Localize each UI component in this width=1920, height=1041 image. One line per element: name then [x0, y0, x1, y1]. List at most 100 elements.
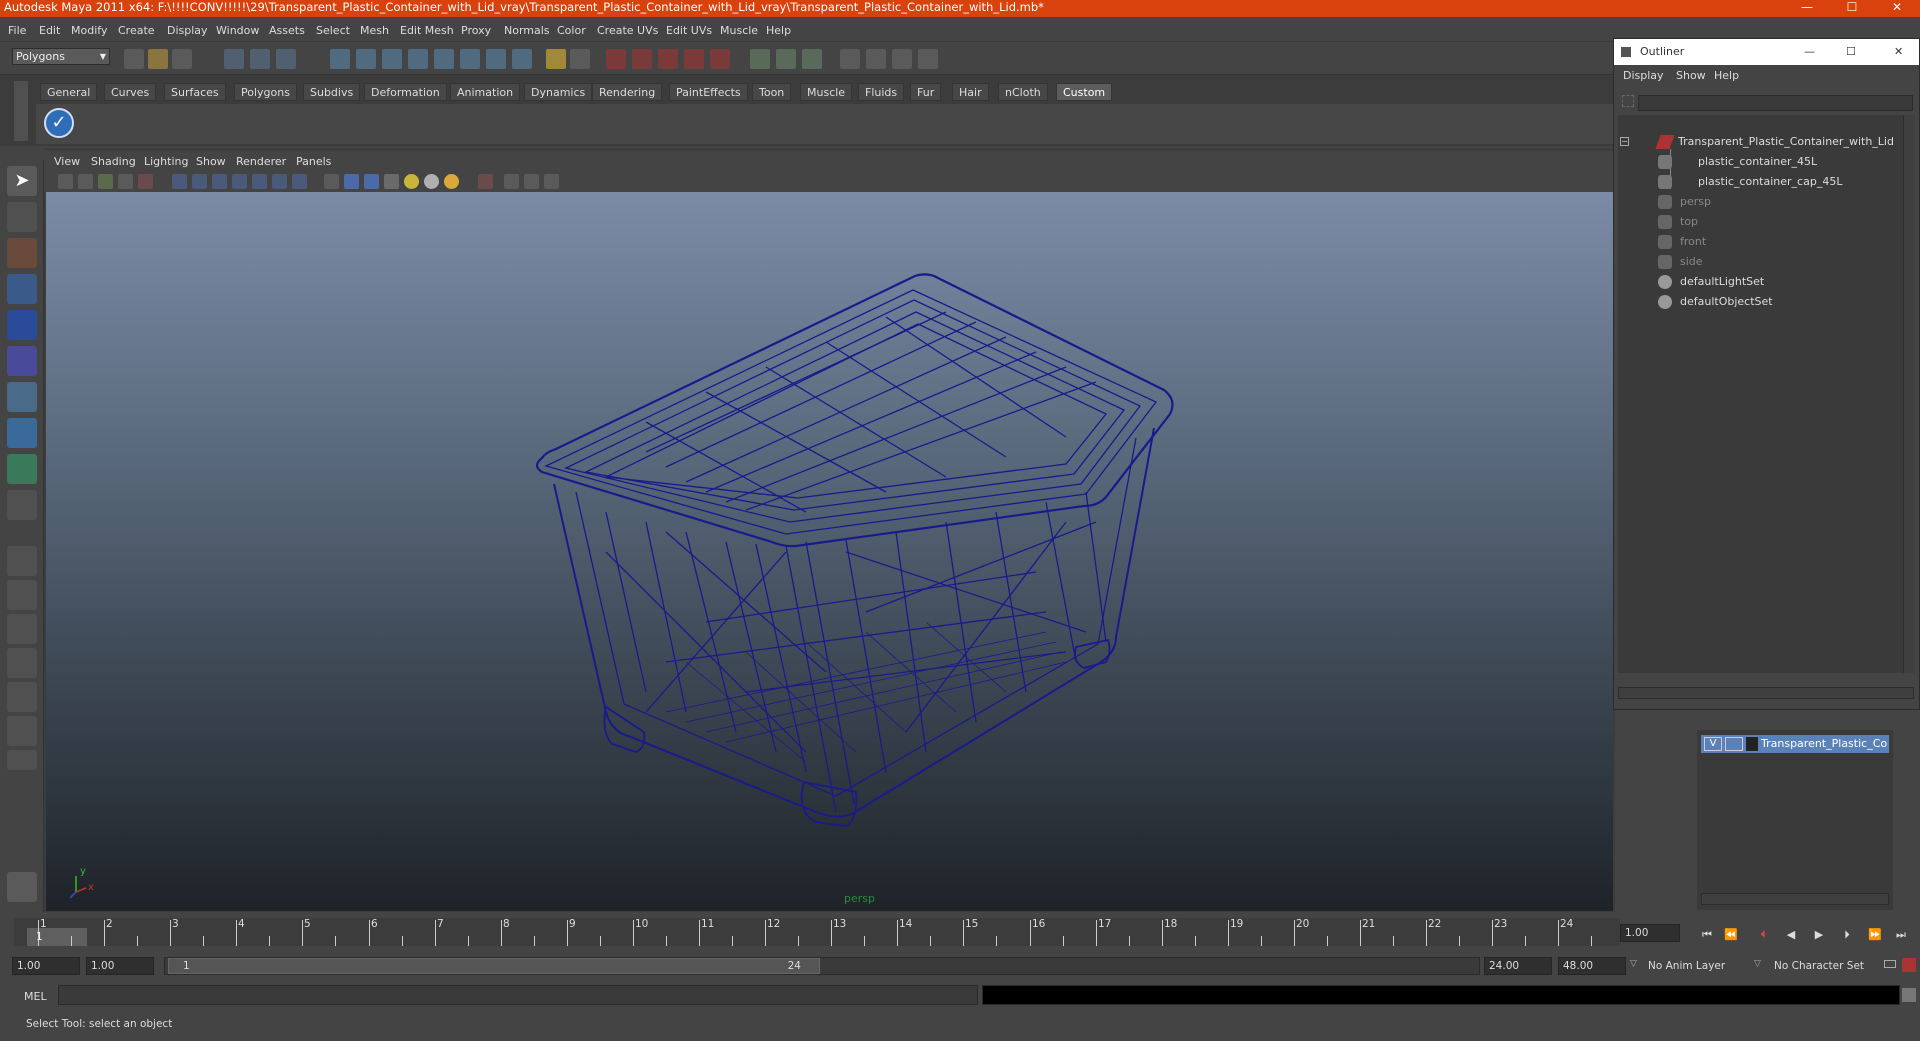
animation-end-field[interactable]: 48.00 — [1558, 957, 1626, 975]
outliner-horizontal-scrollbar[interactable] — [1618, 687, 1914, 699]
camera-attributes-icon[interactable] — [78, 174, 93, 189]
collapse-toggle-icon[interactable]: − — [1620, 137, 1629, 146]
resolution-gate-icon[interactable] — [212, 174, 227, 189]
safe-action-icon[interactable] — [272, 174, 287, 189]
xray-icon[interactable] — [504, 174, 519, 189]
select-component-icon[interactable] — [276, 49, 296, 69]
outliner-minimize-button[interactable]: — — [1804, 39, 1815, 65]
menu-window[interactable]: Window — [216, 24, 259, 37]
channel-box-toggle-icon[interactable] — [802, 49, 822, 69]
construction-icon[interactable] — [486, 49, 506, 69]
menu-edit-mesh[interactable]: Edit Mesh — [400, 24, 454, 37]
outliner-item-set[interactable]: defaultObjectSet — [1658, 293, 1908, 311]
outliner-item-camera[interactable]: front — [1658, 233, 1908, 251]
shelf-tab-dynamics[interactable]: Dynamics — [524, 83, 593, 101]
tool-settings-icon[interactable] — [866, 49, 886, 69]
attribute-editor-icon[interactable] — [840, 49, 860, 69]
outliner-item-mesh[interactable]: plastic_container_45L — [1658, 153, 1908, 171]
playback-end-field[interactable]: 24.00 — [1484, 957, 1552, 975]
outliner-vertical-scrollbar[interactable] — [1903, 115, 1915, 673]
hypershade-layout-icon[interactable] — [7, 682, 37, 712]
menu-edit[interactable]: Edit — [39, 24, 60, 37]
menu-mesh[interactable]: Mesh — [360, 24, 389, 37]
snap-point-icon[interactable] — [382, 49, 402, 69]
shelf-tab-muscle[interactable]: Muscle — [800, 83, 853, 101]
panel-menu-panels[interactable]: Panels — [296, 155, 331, 168]
lock-icon[interactable] — [546, 49, 566, 69]
panel-menu-shading[interactable]: Shading — [91, 155, 136, 168]
shelf-tab-animation[interactable]: Animation — [450, 83, 521, 101]
menu-file[interactable]: File — [8, 24, 26, 37]
render-region-icon[interactable] — [632, 49, 652, 69]
outliner-item-mesh[interactable]: plastic_container_cap_45L — [1658, 173, 1908, 191]
outliner-item-group[interactable]: Transparent_Plastic_Container_with_Lid — [1655, 133, 1908, 151]
paint-select-icon[interactable] — [7, 238, 37, 268]
outliner-item-set[interactable]: defaultLightSet — [1658, 273, 1908, 291]
char-set-dropdown-icon[interactable]: ▽ — [1754, 959, 1761, 969]
step-back-frame-button[interactable]: ⏴ — [1754, 926, 1772, 944]
anim-layer-dropdown-icon[interactable]: ▽ — [1630, 959, 1637, 969]
shelf-tab-subdivs[interactable]: Subdivs — [303, 83, 361, 101]
soft-mod-icon[interactable] — [7, 418, 37, 448]
command-input[interactable] — [58, 985, 978, 1005]
isolate-select-icon[interactable] — [478, 174, 493, 189]
textured-icon[interactable] — [384, 174, 399, 189]
hypershade-icon[interactable] — [710, 49, 730, 69]
anim-layer-selector[interactable]: No Anim Layer — [1648, 957, 1758, 975]
outliner-maximize-button[interactable]: ☐ — [1846, 39, 1856, 65]
sidebar-toggle-icon[interactable] — [776, 49, 796, 69]
menu-create[interactable]: Create — [118, 24, 155, 37]
close-button[interactable]: ✕ — [1880, 0, 1914, 17]
xray-joints-icon[interactable] — [524, 174, 539, 189]
gate-mask-icon[interactable] — [232, 174, 247, 189]
menu-create-uvs[interactable]: Create UVs — [597, 24, 658, 37]
menu-proxy[interactable]: Proxy — [461, 24, 491, 37]
open-scene-icon[interactable] — [148, 49, 168, 69]
single-layout-icon[interactable] — [7, 546, 37, 576]
key-icon[interactable] — [1884, 960, 1896, 968]
panel-menu-view[interactable]: View — [54, 155, 80, 168]
current-time-field[interactable]: 1.00 — [1620, 924, 1680, 942]
wireframe-on-shaded-icon[interactable] — [364, 174, 379, 189]
menu-modify[interactable]: Modify — [71, 24, 107, 37]
field-chart-icon[interactable] — [252, 174, 267, 189]
scale-tool-icon[interactable] — [7, 346, 37, 376]
more-layouts-icon[interactable] — [7, 750, 37, 770]
graph-layout-icon[interactable] — [7, 648, 37, 678]
layer-color-swatch[interactable] — [1746, 737, 1758, 751]
shelf-tab-curves[interactable]: Curves — [104, 83, 157, 101]
menu-set-dropdown[interactable]: Polygons ▼ — [12, 48, 110, 65]
outliner-layout-icon[interactable] — [7, 614, 37, 644]
menu-select[interactable]: Select — [316, 24, 350, 37]
step-forward-key-button[interactable]: ⏩ — [1866, 926, 1884, 944]
gear-icon[interactable] — [7, 872, 37, 902]
layer-scrollbar[interactable] — [1701, 893, 1889, 905]
smooth-shading-icon[interactable] — [344, 174, 359, 189]
wireframe-shading-icon[interactable] — [324, 174, 339, 189]
manipulator-icon[interactable] — [7, 382, 37, 412]
all-lights-icon[interactable] — [424, 174, 439, 189]
layer-editor-icon[interactable] — [918, 49, 938, 69]
play-backward-button[interactable]: ◀ — [1782, 926, 1800, 944]
shelf-tab-fluids[interactable]: Fluids — [858, 83, 905, 101]
range-slider-handle[interactable]: 1 24 — [168, 958, 820, 974]
save-scene-icon[interactable] — [172, 49, 192, 69]
lasso-tool-icon[interactable] — [7, 202, 37, 232]
image-plane-icon[interactable] — [118, 174, 133, 189]
camera-select-icon[interactable] — [58, 174, 73, 189]
panel-menu-show[interactable]: Show — [196, 155, 226, 168]
playback-start-field[interactable]: 1.00 — [86, 957, 154, 975]
safe-title-icon[interactable] — [292, 174, 307, 189]
outliner-item-camera[interactable]: persp — [1658, 193, 1908, 211]
outliner-menu-help[interactable]: Help — [1714, 69, 1739, 82]
make-live-icon[interactable] — [434, 49, 454, 69]
shelf-menu-icon[interactable] — [14, 81, 28, 141]
perspective-viewport[interactable]: y x — [46, 192, 1613, 911]
hud-icon[interactable] — [544, 174, 559, 189]
rotate-tool-icon[interactable] — [7, 310, 37, 340]
snap-curve-icon[interactable] — [356, 49, 376, 69]
step-back-key-button[interactable]: ⏪ — [1722, 926, 1740, 944]
move-tool-icon[interactable] — [7, 274, 37, 304]
menu-help[interactable]: Help — [766, 24, 791, 37]
checkmark-icon[interactable]: ✓ — [44, 108, 74, 138]
